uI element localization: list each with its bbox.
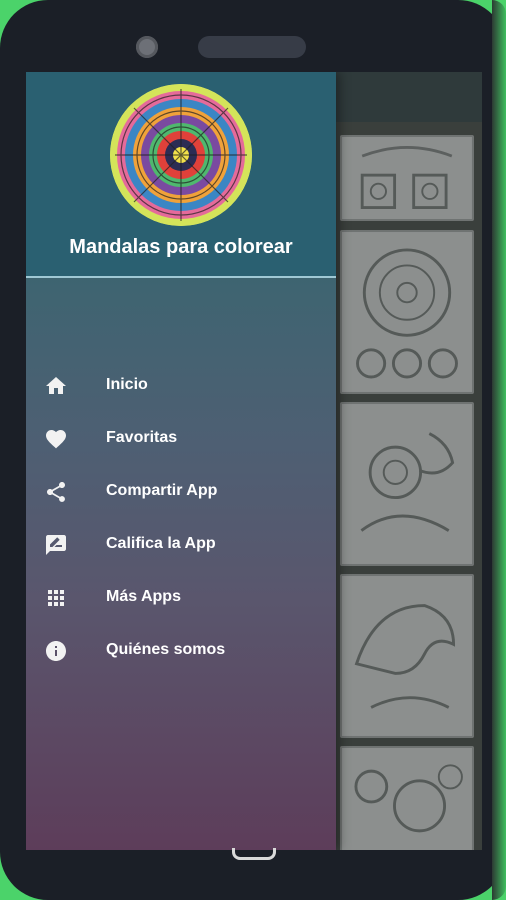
home-icon [44, 374, 68, 398]
menu-item-label: Califica la App [106, 535, 216, 552]
rate-review-icon [44, 533, 68, 557]
mandala-thumbnail[interactable] [340, 746, 474, 850]
drawer-header: Mandalas para colorear [26, 72, 336, 278]
share-icon [44, 480, 68, 504]
horse-pattern-icon [342, 576, 472, 736]
mandala-thumbnail[interactable] [340, 574, 474, 738]
apps-grid-icon [44, 586, 68, 610]
app-toolbar [336, 72, 482, 122]
ornament-pattern-icon [343, 137, 471, 219]
navigation-drawer: Mandalas para colorear Inicio Favoritas [26, 72, 336, 850]
app-title: Mandalas para colorear [69, 236, 293, 258]
drawer-menu: Inicio Favoritas Compartir App Califica … [26, 358, 336, 676]
menu-item-label: Inicio [106, 376, 148, 393]
menu-item-label: Quiénes somos [106, 641, 226, 658]
mandala-thumbnail[interactable] [340, 135, 474, 221]
girl-flowers-pattern-icon [342, 748, 472, 850]
app-screen: Mandalas para colorear Inicio Favoritas [26, 72, 482, 850]
phone-frame: Mandalas para colorear Inicio Favoritas [0, 0, 506, 900]
heart-icon [44, 427, 68, 451]
menu-item-favoritas[interactable]: Favoritas [26, 411, 336, 464]
menu-item-compartir-app[interactable]: Compartir App [26, 464, 336, 517]
home-button[interactable] [232, 848, 276, 860]
menu-item-quienes-somos[interactable]: Quiénes somos [26, 623, 336, 676]
camera-icon [136, 36, 158, 58]
speaker-grille [198, 36, 306, 58]
bird-flower-pattern-icon [342, 404, 472, 564]
menu-item-califica-la-app[interactable]: Califica la App [26, 517, 336, 570]
mandala-pattern-icon [342, 232, 472, 392]
mandala-logo-icon [110, 84, 252, 226]
coloring-pages-list [336, 122, 482, 850]
menu-item-mas-apps[interactable]: Más Apps [26, 570, 336, 623]
info-icon [44, 639, 68, 663]
menu-item-label: Favoritas [106, 429, 178, 446]
menu-item-inicio[interactable]: Inicio [26, 358, 336, 411]
mandala-thumbnail[interactable] [340, 402, 474, 566]
app-logo [110, 84, 252, 226]
mandala-thumbnail[interactable] [340, 230, 474, 394]
phone-edge [492, 0, 506, 900]
menu-item-label: Más Apps [106, 588, 181, 605]
menu-item-label: Compartir App [106, 482, 218, 499]
